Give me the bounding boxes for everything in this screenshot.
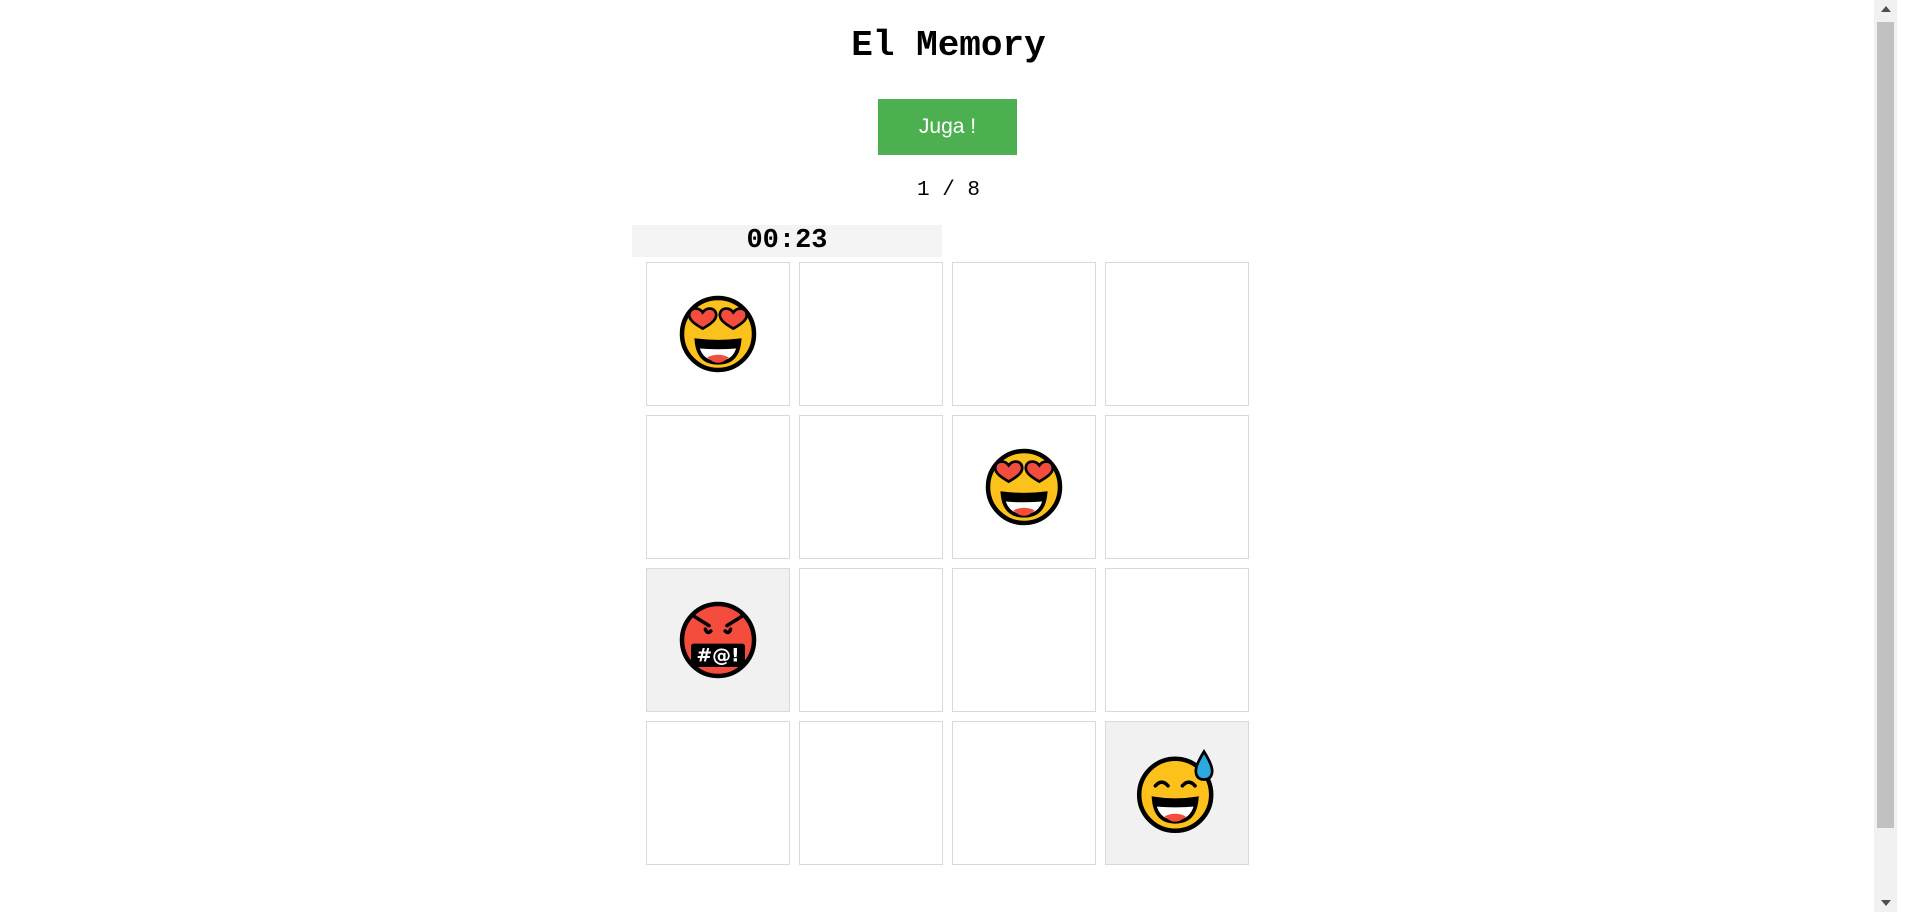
vertical-scrollbar[interactable] (1874, 0, 1897, 912)
page-title: El Memory (851, 25, 1046, 66)
memory-board: #@! (646, 262, 1249, 865)
heart-eyes-emoji-icon (985, 448, 1063, 526)
game-timer: 00:23 (632, 225, 942, 257)
memory-card[interactable] (646, 262, 790, 406)
grinning-sweat-emoji-icon (1136, 749, 1214, 834)
memory-card[interactable] (646, 721, 790, 865)
memory-card[interactable] (952, 262, 1096, 406)
scroll-down-arrow-icon[interactable] (1874, 894, 1897, 912)
memory-card[interactable]: #@! (646, 568, 790, 712)
memory-card[interactable] (799, 721, 943, 865)
memory-card[interactable] (799, 568, 943, 712)
pairs-progress: 1 / 8 (916, 179, 980, 202)
memory-card[interactable] (646, 415, 790, 559)
memory-card[interactable] (1105, 721, 1249, 865)
memory-card[interactable] (1105, 262, 1249, 406)
heart-eyes-emoji-icon (679, 295, 757, 373)
memory-card[interactable] (952, 568, 1096, 712)
memory-card[interactable] (952, 415, 1096, 559)
memory-card[interactable] (799, 262, 943, 406)
memory-card[interactable] (1105, 415, 1249, 559)
scroll-up-arrow-icon[interactable] (1874, 0, 1897, 18)
memory-card[interactable] (799, 415, 943, 559)
memory-card[interactable] (952, 721, 1096, 865)
play-button[interactable]: Juga ! (878, 99, 1017, 155)
scrollbar-thumb[interactable] (1877, 22, 1894, 828)
memory-game-page: El Memory Juga ! 1 / 8 00:23 #@! (0, 0, 1897, 912)
cursing-face-emoji-icon: #@! (679, 601, 757, 679)
memory-card[interactable] (1105, 568, 1249, 712)
cursing-symbols-text: #@! (696, 645, 739, 667)
